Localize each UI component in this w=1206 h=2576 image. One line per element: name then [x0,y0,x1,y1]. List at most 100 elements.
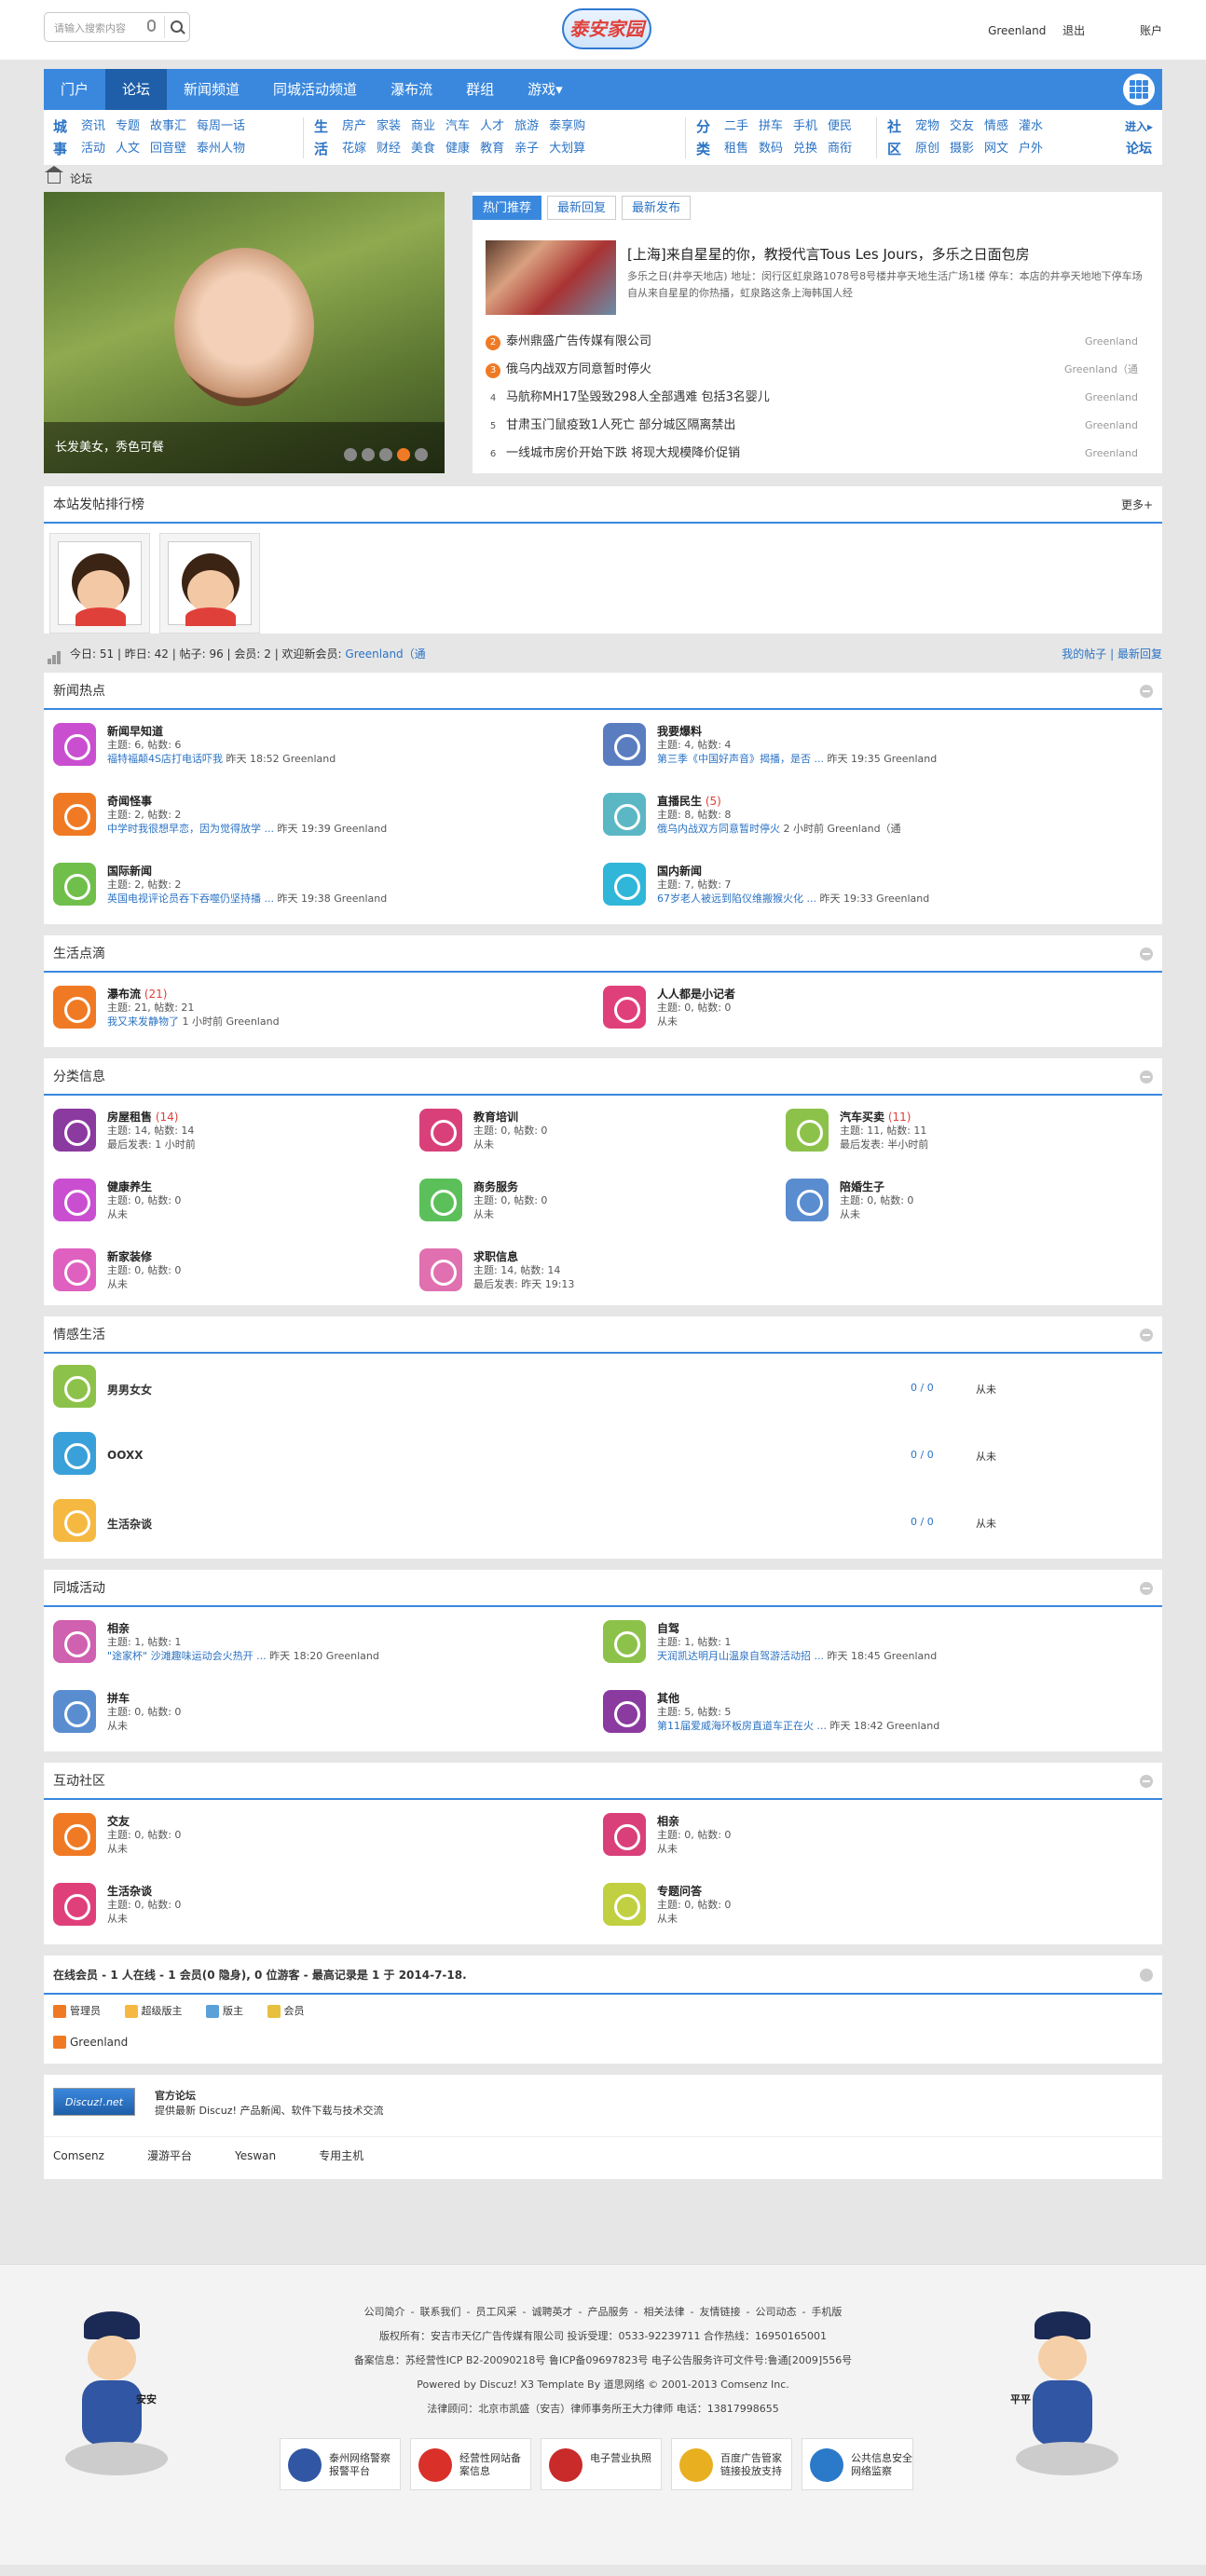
subnav-link[interactable]: 灌水 [1019,116,1043,138]
forum-icon[interactable] [53,1690,96,1733]
forum-item[interactable]: 新家装修 主题: 0, 帖数: 0 从未 [44,1239,407,1309]
forum-icon[interactable] [53,1432,96,1475]
forum-icon[interactable] [53,723,96,766]
subnav-link[interactable]: 手机 [793,116,817,138]
forum-row[interactable]: 男男女女 0 / 0 从未 [44,1354,1162,1419]
forum-icon[interactable] [419,1179,462,1221]
footer-link[interactable]: 公司动态 [755,2306,796,2318]
last-post-link[interactable]: 67岁老人被远到陷仪维搬猴火化 ... [657,893,816,905]
subnav-link[interactable]: 人才 [480,116,504,138]
collapse-icon[interactable] [1140,1775,1153,1788]
subnav-link[interactable]: 故事汇 [150,116,186,138]
last-post-link[interactable]: 天润凯达明月山温泉自驾游活动招 ... [657,1650,824,1662]
nav-item[interactable]: 同城活动频道 [256,69,374,110]
hot-list-title[interactable]: 俄乌内战双方同意暂时停火 [506,362,651,376]
subnav-link[interactable]: 商衔 [828,138,852,160]
new-member-link[interactable]: Greenland（通 [345,647,425,661]
link-yeswan[interactable]: Yeswan [235,2149,276,2162]
last-post-link[interactable]: 俄乌内战双方同意暂时停火 [657,823,780,835]
subnav-link[interactable]: 美食 [411,138,435,160]
home-icon[interactable] [45,166,63,184]
nav-item[interactable]: 瀑布流 [374,69,449,110]
subnav-link[interactable]: 兑换 [793,138,817,160]
forum-item[interactable]: 交友 主题: 0, 帖数: 0 从未 [44,1804,584,1874]
forum-item[interactable]: 专题问答 主题: 0, 帖数: 0 从未 [594,1874,1134,1943]
forum-icon[interactable] [419,1109,462,1152]
forum-icon[interactable] [603,863,646,906]
forum-name[interactable]: 男男女女 [107,1382,152,1397]
search-button[interactable] [164,16,186,38]
forum-item[interactable]: 拼车 主题: 0, 帖数: 0 从未 [44,1681,584,1751]
subnav-link[interactable]: 人文 [116,138,140,160]
forum-row[interactable]: 生活杂谈 0 / 0 从未 [44,1488,1162,1553]
username-link[interactable]: Greenland [988,24,1046,37]
forum-icon[interactable] [786,1179,829,1221]
online-username[interactable]: Greenland [70,2036,128,2049]
footer-link[interactable]: 友情链接 [699,2306,740,2318]
site-logo[interactable]: 泰安家园 [562,8,651,49]
featured-post[interactable]: [上海]来自星星的你，教授代言Tous Les Jours，多乐之日面包房 多乐… [486,240,1149,315]
forum-item[interactable]: 房屋租售 (14) 主题: 14, 帖数: 14 最后发表: 1 小时前 [44,1099,407,1169]
last-post-link[interactable]: 第三季《中国好声音》揭播，是否 ... [657,753,824,765]
avatar[interactable] [49,533,150,634]
subnav-link[interactable]: 专题 [116,116,140,138]
forum-icon[interactable] [786,1109,829,1152]
forum-icon[interactable] [53,1179,96,1221]
link-comsenz[interactable]: Comsenz [53,2149,104,2162]
apps-grid-icon[interactable] [1123,74,1155,105]
subnav-link[interactable]: 资讯 [81,116,105,138]
subnav-link[interactable]: 财经 [377,138,401,160]
footer-link[interactable]: 联系我们 [420,2306,461,2318]
last-post-link[interactable]: 福特福颠4S店打电话吓我 [107,753,223,765]
link-manyou[interactable]: 漫游平台 [147,2149,192,2162]
slider-dot[interactable] [344,448,357,461]
forum-item[interactable]: 健康养生 主题: 0, 帖数: 0 从未 [44,1169,407,1239]
badge-license[interactable]: 电子营业执照 [541,2438,662,2490]
nav-item[interactable]: 游戏▾ [511,69,580,110]
forum-icon[interactable] [603,1883,646,1926]
footer-link[interactable]: 诚聘英才 [532,2306,573,2318]
logout-link[interactable]: 退出 [1062,24,1085,37]
link-host[interactable]: 专用主机 [319,2149,363,2162]
forum-icon[interactable] [53,1813,96,1856]
my-posts-link[interactable]: 我的帖子 [1062,647,1106,661]
forum-name[interactable]: OOXX [107,1449,143,1462]
featured-thumbnail[interactable] [486,240,616,315]
latest-reply-link[interactable]: 最新回复 [1117,647,1162,661]
nav-item[interactable]: 门户 [44,69,105,110]
forum-item[interactable]: 商务服务 主题: 0, 帖数: 0 从未 [410,1169,774,1239]
enter-forum-link[interactable]: 进入▸ 论坛 [1125,116,1153,160]
hot-list-author[interactable]: Greenland [1085,384,1138,412]
subnav-link[interactable]: 摄影 [950,138,974,160]
subnav-link[interactable]: 汽车 [445,116,470,138]
subnav-link[interactable]: 旅游 [514,116,539,138]
forum-name[interactable]: 生活杂谈 [107,1516,152,1532]
nav-item[interactable]: 新闻频道 [167,69,256,110]
breadcrumb-current[interactable]: 论坛 [70,172,92,185]
forum-icon[interactable] [53,863,96,906]
collapse-icon[interactable] [1140,1969,1153,1982]
subnav-link[interactable]: 二手 [724,116,748,138]
slider-dot-active[interactable] [397,448,410,461]
subnav-link[interactable]: 泰州人物 [197,138,245,160]
forum-item[interactable]: 相亲 主题: 1, 帖数: 1 "途家杯" 沙滩趣味运动会火热开 ... 昨天 18… [44,1611,584,1681]
forum-icon[interactable] [603,793,646,836]
account-link[interactable]: 账户 [1140,24,1162,37]
subnav-link[interactable]: 活动 [81,138,105,160]
subnav-link[interactable]: 亲子 [514,138,539,160]
forum-item[interactable]: 我要爆料 主题: 4, 帖数: 4 第三季《中国好声音》揭播，是否 ... 昨天 1… [594,714,1134,784]
subnav-link[interactable]: 原创 [915,138,939,160]
more-link[interactable]: 更多+ [1121,486,1153,524]
tab-latest-reply[interactable]: 最新回复 [547,196,617,220]
collapse-icon[interactable] [1140,1070,1153,1084]
forum-item[interactable]: 汽车买卖 (11) 主题: 11, 帖数: 11 最后发表: 半小时前 [776,1099,1140,1169]
hot-list-author[interactable]: Greenland [1085,328,1138,356]
hot-list-item[interactable]: 4 马航称MH17坠毁致298人全部遇难 包括3名婴儿 Greenland [486,384,1149,412]
forum-item[interactable]: 直播民生 (5) 主题: 8, 帖数: 8 俄乌内战双方同意暂时停火 2 小时前 G… [594,784,1134,853]
forum-icon[interactable] [603,1620,646,1663]
hot-list-item[interactable]: 2 泰州鼎盛广告传媒有限公司 Greenland [486,328,1149,356]
forum-item[interactable]: 求职信息 主题: 14, 帖数: 14 最后发表: 昨天 19:13 [410,1239,774,1309]
subnav-link[interactable]: 商业 [411,116,435,138]
forum-item[interactable]: 教育培训 主题: 0, 帖数: 0 从未 [410,1099,774,1169]
subnav-link[interactable]: 每周一话 [197,116,245,138]
